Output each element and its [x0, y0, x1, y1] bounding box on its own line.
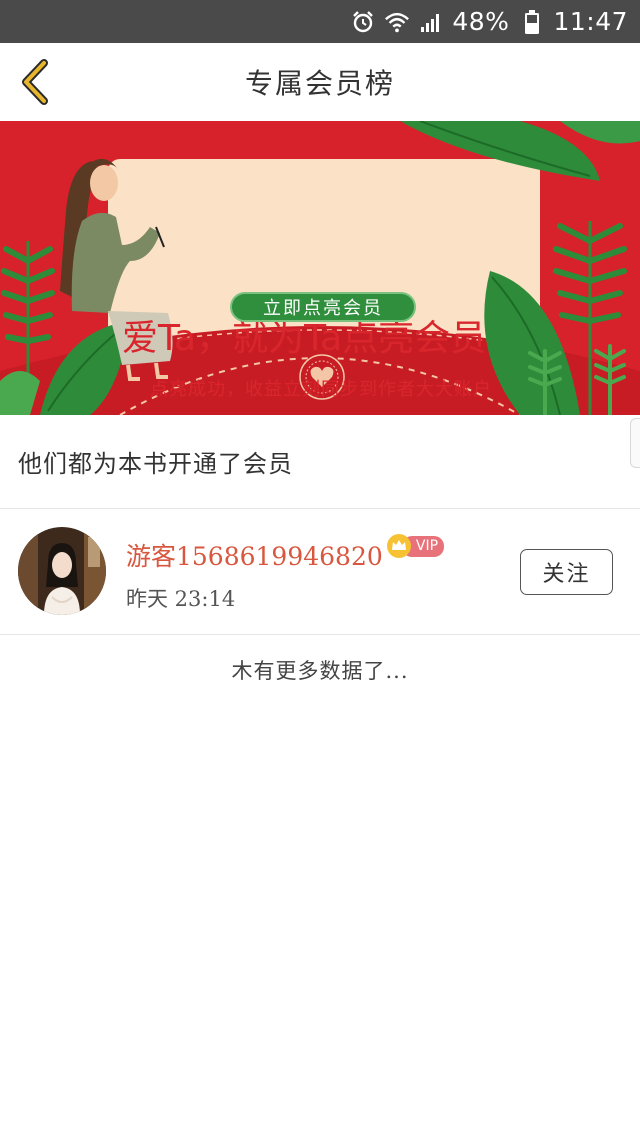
section-heading-text: 他们都为本书开通了会员 — [18, 450, 293, 478]
avatar[interactable] — [18, 527, 106, 615]
banner-subtitle: 点亮成功，收益立刻同步到作者大大账户 — [150, 379, 492, 400]
member-time: 昨天 23:14 — [126, 587, 236, 611]
scroll-handle[interactable] — [630, 418, 640, 468]
section-heading: 他们都为本书开通了会员 — [0, 415, 640, 509]
alarm-icon — [350, 9, 376, 35]
member-row[interactable]: 游客1568619946820 VIP 昨天 23:14 关注 — [0, 509, 640, 635]
page-title: 专属会员榜 — [244, 67, 395, 100]
vip-badge: VIP — [386, 533, 444, 559]
chevron-left-icon — [22, 59, 48, 105]
no-more-data-text: 木有更多数据了... — [231, 659, 409, 683]
follow-button[interactable]: 关注 — [520, 549, 613, 595]
signal-icon — [418, 9, 444, 35]
promo-banner[interactable]: 爱Ta，就为Ta点亮会员 点亮成功，收益立刻同步到作者大大账户 — [0, 121, 640, 415]
light-up-vip-button[interactable]: 立即点亮会员 — [230, 292, 416, 322]
battery-icon — [519, 9, 545, 35]
status-bar: 48% 11:47 — [0, 0, 640, 43]
avatar-photo — [18, 527, 106, 615]
banner-illustration — [0, 121, 640, 415]
wifi-icon — [384, 9, 410, 35]
crown-icon — [387, 534, 411, 558]
battery-percent: 48% — [452, 7, 510, 36]
status-time: 11:47 — [553, 7, 628, 36]
member-name[interactable]: 游客1568619946820 — [126, 537, 383, 573]
back-button[interactable] — [14, 57, 56, 107]
header-bar: 专属会员榜 — [0, 43, 640, 121]
